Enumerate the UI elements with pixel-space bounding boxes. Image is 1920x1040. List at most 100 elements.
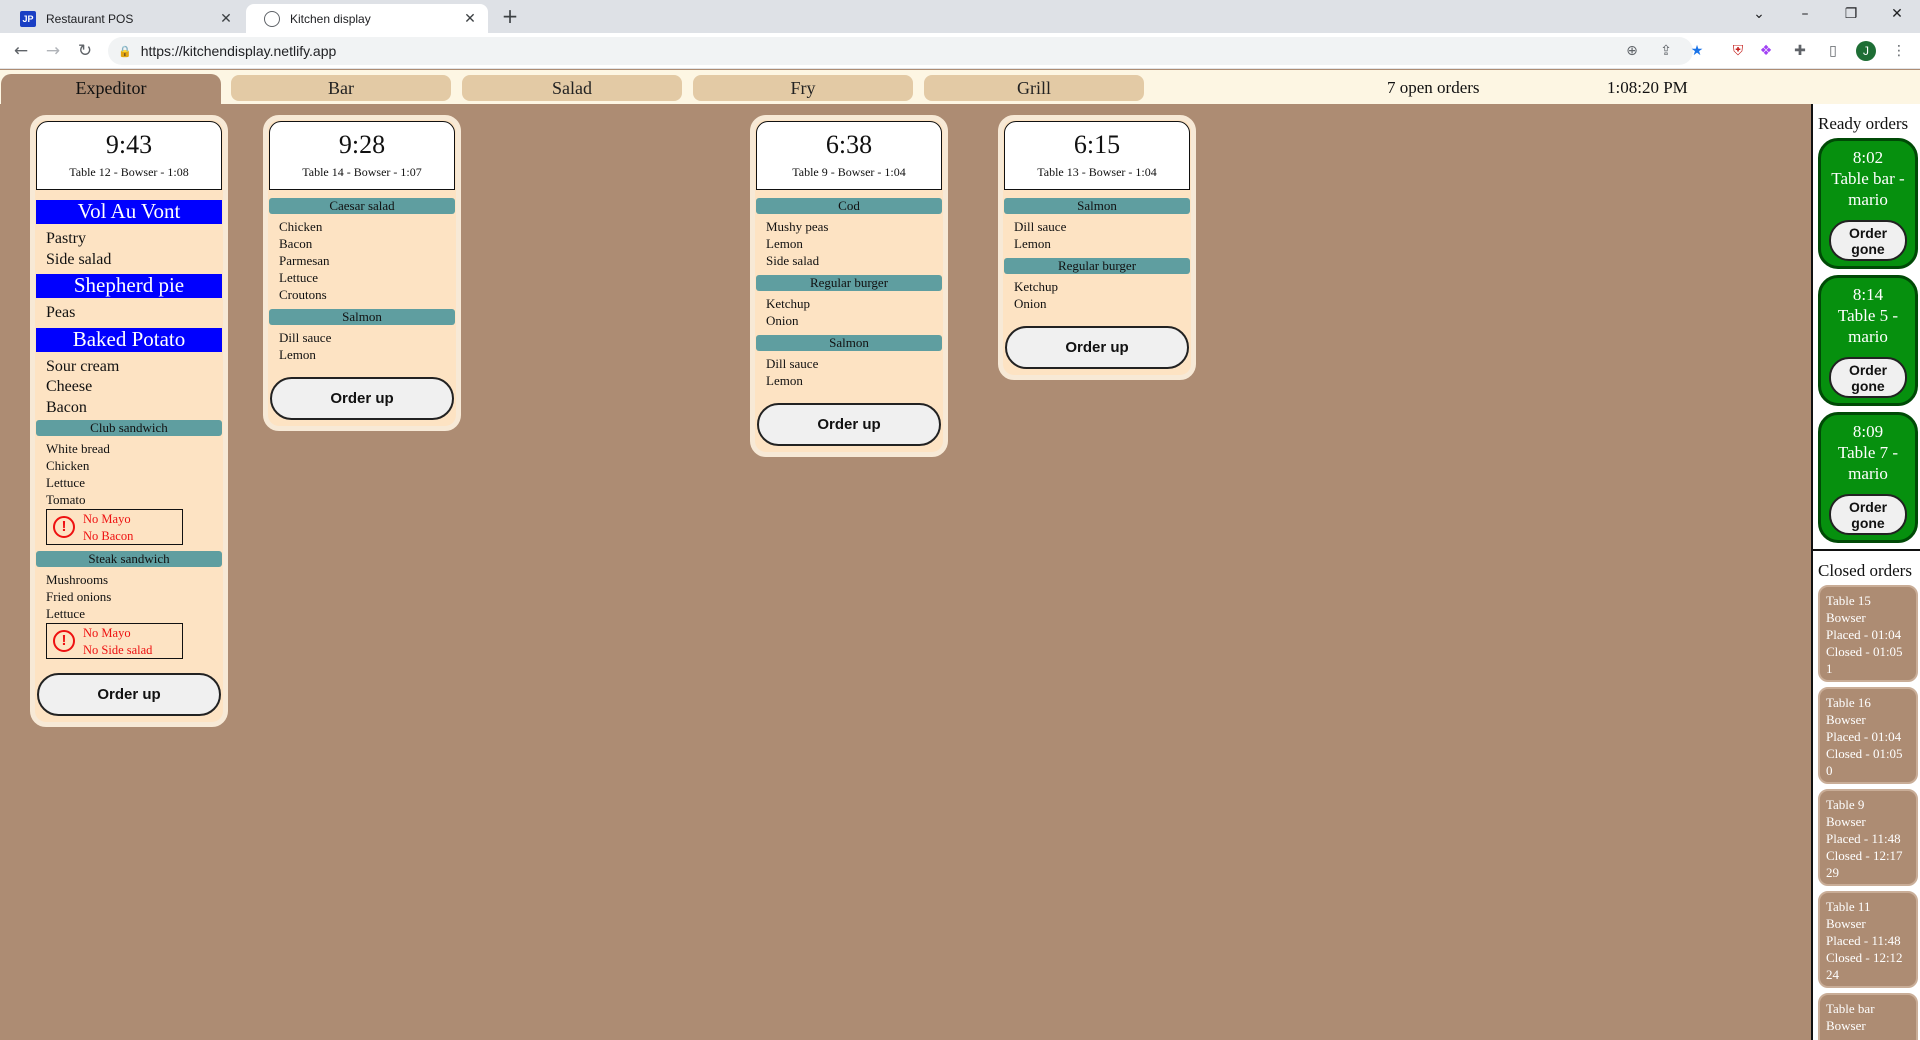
modifier: Parmesan [279,253,330,268]
restore-button[interactable]: ❐ [1828,0,1874,30]
closed-server: Bowser [1826,712,1866,727]
browser-toolbar: ← → ↻ 🔒 https://kitchendisplay.netlify.a… [0,33,1920,69]
closed-duration: 0 [1826,763,1833,778]
ready-orders-title: Ready orders [1818,114,1909,133]
item-modifiers: Pastry Side salad [35,224,223,270]
order-info: Table 13 - Bowser - 1:04 [1037,165,1157,179]
closed-order-card[interactable]: Table 16 Bowser Placed - 01:04 Closed - … [1818,687,1918,784]
order-item[interactable]: Club sandwich [36,420,222,436]
modifier: White bread [46,441,110,456]
item-modifiers: Dill sauce Lemon [268,325,456,363]
closed-duration: 29 [1826,865,1839,880]
modifier: Lemon [766,236,803,251]
order-item[interactable]: Shepherd pie [36,274,222,298]
url-text: https://kitchendisplay.netlify.app [140,43,337,59]
modifier: Pastry [46,230,86,247]
close-icon[interactable]: ✕ [462,10,478,27]
order-item[interactable]: Caesar salad [269,198,455,214]
modifier: Peas [46,304,76,321]
closed-order-card[interactable]: Table 11 Bowser Placed - 11:48 Closed - … [1818,891,1918,988]
extension-shield-icon[interactable]: ⛨ [1728,41,1748,61]
item-modifiers: Mushrooms Fried onions Lettuce [35,567,223,622]
closed-table: Table 11 [1826,899,1871,914]
ready-label: Table 7 - mario [1837,443,1899,483]
order-up-button[interactable]: Order up [37,673,221,716]
modifier: Cheese [46,378,93,395]
open-orders-count: 7 open orders [1387,78,1480,97]
order-item[interactable]: Cod [756,198,942,214]
back-icon[interactable]: ← [9,39,33,63]
closed-order-card[interactable]: Table bar Bowser [1818,993,1918,1040]
modifier: Bacon [279,236,313,251]
special-instructions: ! No Mayo No Side salad [46,623,183,659]
closed-closed: Closed - 12:12 [1826,950,1903,965]
tab-expeditor[interactable]: Expeditor [1,74,221,104]
browser-tab-restaurant-pos[interactable]: JP Restaurant POS ✕ [2,4,244,33]
order-item[interactable]: Regular burger [1004,258,1190,274]
item-modifiers: Dill sauce Lemon [1003,214,1191,252]
modifier: Dill sauce [1014,219,1067,234]
address-bar[interactable]: 🔒 https://kitchendisplay.netlify.app [108,37,1693,65]
order-item[interactable]: Vol Au Vont [36,200,222,224]
bookmark-star-icon[interactable]: ★ [1687,41,1707,61]
profile-avatar[interactable]: J [1856,41,1876,61]
order-item[interactable]: Salmon [756,335,942,351]
tab-bar[interactable]: Bar [231,75,451,101]
closed-order-card[interactable]: Table 9 Bowser Placed - 11:48 Closed - 1… [1818,789,1918,886]
tab-salad[interactable]: Salad [462,75,682,101]
ready-order-card: 8:14 Table 5 - mario Order gone [1818,275,1918,406]
closed-server: Bowser [1826,610,1866,625]
tab-grill[interactable]: Grill [924,75,1144,101]
order-card: 9:28 Table 14 - Bowser - 1:07 Caesar sal… [263,115,461,431]
order-info: Table 14 - Bowser - 1:07 [302,165,422,179]
side-panel-icon[interactable]: ▯ [1823,41,1843,61]
order-timer: 9:28 [338,130,386,159]
extensions-puzzle-icon[interactable]: ✚ [1790,41,1810,61]
forward-icon[interactable]: → [41,39,65,63]
tab-title: Kitchen display [290,11,371,26]
order-gone-button[interactable]: Order gone [1829,220,1907,261]
ready-time: 8:14 [1852,285,1884,304]
share-icon[interactable]: ⇪ [1656,41,1676,61]
order-up-button[interactable]: Order up [270,377,454,420]
modifier: Dill sauce [279,330,332,345]
order-item[interactable]: Regular burger [756,275,942,291]
new-tab-button[interactable]: + [498,5,522,29]
order-up-button[interactable]: Order up [757,403,941,446]
closed-orders-title: Closed orders [1818,561,1912,580]
extension-feather-icon[interactable]: ❖ [1756,41,1776,61]
modifier: Onion [766,313,799,328]
modifier: Fried onions [46,589,112,604]
menu-dots-icon[interactable]: ⋮ [1889,41,1909,61]
modifier: Lemon [1014,236,1051,251]
modifier: Mushy peas [766,219,829,234]
close-icon[interactable]: ✕ [218,10,234,27]
order-timer: 6:38 [825,130,873,159]
tab-fry[interactable]: Fry [693,75,913,101]
closed-order-card[interactable]: Table 15 Bowser Placed - 01:04 Closed - … [1818,585,1918,682]
order-header: 6:15 Table 13 - Bowser - 1:04 [1004,121,1190,190]
order-gone-button[interactable]: Order gone [1829,494,1907,535]
jp-icon: JP [20,10,36,27]
order-item[interactable]: Baked Potato [36,327,222,352]
order-gone-button[interactable]: Order gone [1829,357,1907,398]
minimize-button[interactable]: – [1782,0,1828,30]
ready-label: Table bar - mario [1831,169,1905,209]
tab-search-icon[interactable]: ⌄ [1736,0,1782,30]
warning-icon: ! [53,630,75,652]
zoom-icon[interactable]: ⊕ [1622,41,1642,61]
browser-tab-kitchen-display[interactable]: Kitchen display ✕ [246,4,488,33]
modifier: Lettuce [279,270,318,285]
tab-title: Restaurant POS [46,11,134,26]
close-window-button[interactable]: ✕ [1874,0,1920,30]
note-line: No Mayo [83,626,131,640]
modifier: Side salad [46,250,112,268]
reload-icon[interactable]: ↻ [73,39,97,63]
modifier: Croutons [279,287,327,302]
modifier: Tomato [46,492,86,507]
order-up-button[interactable]: Order up [1005,326,1189,369]
closed-server: Bowser [1826,1018,1866,1033]
order-item[interactable]: Salmon [269,309,455,325]
order-item[interactable]: Steak sandwich [36,551,222,567]
order-item[interactable]: Salmon [1004,198,1190,214]
